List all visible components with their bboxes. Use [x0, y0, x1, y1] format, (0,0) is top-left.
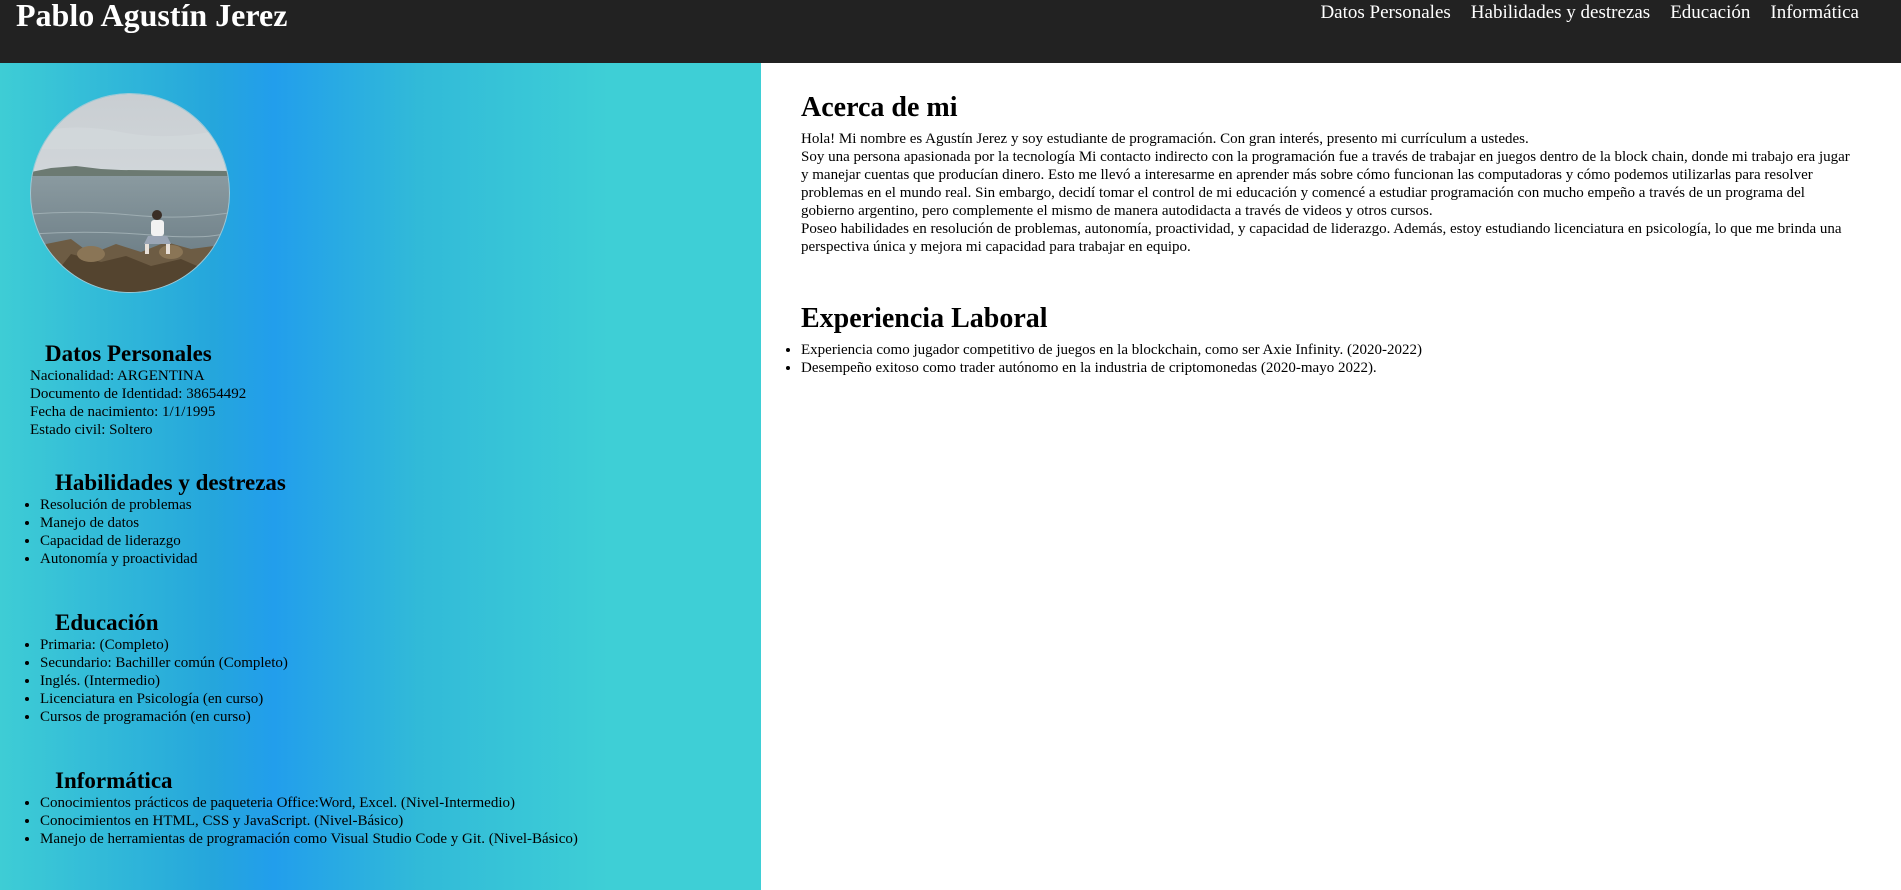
list-item: Autonomía y proactividad	[40, 550, 761, 568]
nav-link-informatica[interactable]: Informática	[1770, 2, 1859, 24]
it-list: Conocimientos prácticos de paqueteria Of…	[0, 794, 761, 848]
personal-data-section: Datos Personales Nacionalidad: ARGENTINA…	[0, 341, 761, 439]
list-item: Desempeño exitoso como trader autónomo e…	[801, 359, 1861, 377]
it-section: Informática Conocimientos prácticos de p…	[0, 768, 761, 848]
site-title: Pablo Agustín Jerez	[16, 0, 288, 33]
list-item: Conocimientos prácticos de paqueteria Of…	[40, 794, 761, 812]
skills-heading: Habilidades y destrezas	[55, 470, 286, 495]
education-list: Primaria: (Completo) Secundario: Bachill…	[0, 636, 761, 726]
list-item: Cursos de programación (en curso)	[40, 708, 761, 726]
nav-link-educacion[interactable]: Educación	[1670, 2, 1750, 24]
marital-status-line: Estado civil: Soltero	[30, 422, 153, 438]
experience-heading: Experiencia Laboral	[801, 303, 1048, 334]
top-navbar: Pablo Agustín Jerez Datos Personales Hab…	[0, 0, 1901, 63]
profile-photo	[30, 93, 230, 293]
about-paragraph: Poseo habilidades en resolución de probl…	[801, 221, 1842, 255]
nav-link-habilidades[interactable]: Habilidades y destrezas	[1471, 2, 1650, 24]
personal-data-heading: Datos Personales	[45, 341, 212, 366]
list-item: Conocimientos en HTML, CSS y JavaScript.…	[40, 812, 761, 830]
profile-photo-image	[31, 94, 229, 292]
about-paragraph: Soy una persona apasionada por la tecnol…	[801, 149, 1850, 219]
nationality-line: Nacionalidad: ARGENTINA	[30, 368, 205, 384]
personal-data-list: Nacionalidad: ARGENTINA Documento de Ide…	[0, 367, 761, 439]
list-item: Resolución de problemas	[40, 496, 761, 514]
skills-section: Habilidades y destrezas Resolución de pr…	[0, 470, 761, 568]
list-item: Licenciatura en Psicología (en curso)	[40, 690, 761, 708]
skills-list: Resolución de problemas Manejo de datos …	[0, 496, 761, 568]
id-document-line: Documento de Identidad: 38654492	[30, 386, 247, 402]
main-nav: Datos Personales Habilidades y destrezas…	[1320, 2, 1859, 24]
list-item: Manejo de datos	[40, 514, 761, 532]
it-heading: Informática	[55, 768, 173, 793]
about-paragraph: Hola! Mi nombre es Agustín Jerez y soy e…	[801, 131, 1529, 147]
birth-date-line: Fecha de nacimiento: 1/1/1995	[30, 404, 216, 420]
about-section: Acerca de mi Hola! Mi nombre es Agustín …	[801, 92, 1861, 256]
list-item: Secundario: Bachiller común (Completo)	[40, 654, 761, 672]
list-item: Primaria: (Completo)	[40, 636, 761, 654]
sidebar: Datos Personales Nacionalidad: ARGENTINA…	[0, 63, 761, 890]
nav-link-datos-personales[interactable]: Datos Personales	[1320, 2, 1450, 24]
experience-list: Experiencia como jugador competitivo de …	[801, 341, 1861, 377]
about-heading: Acerca de mi	[801, 92, 958, 123]
education-heading: Educación	[55, 610, 159, 635]
list-item: Manejo de herramientas de programación c…	[40, 830, 761, 848]
list-item: Inglés. (Intermedio)	[40, 672, 761, 690]
about-text: Hola! Mi nombre es Agustín Jerez y soy e…	[801, 130, 1861, 256]
list-item: Experiencia como jugador competitivo de …	[801, 341, 1861, 359]
experience-section: Experiencia Laboral Experiencia como jug…	[801, 303, 1861, 377]
list-item: Capacidad de liderazgo	[40, 532, 761, 550]
education-section: Educación Primaria: (Completo) Secundari…	[0, 610, 761, 726]
